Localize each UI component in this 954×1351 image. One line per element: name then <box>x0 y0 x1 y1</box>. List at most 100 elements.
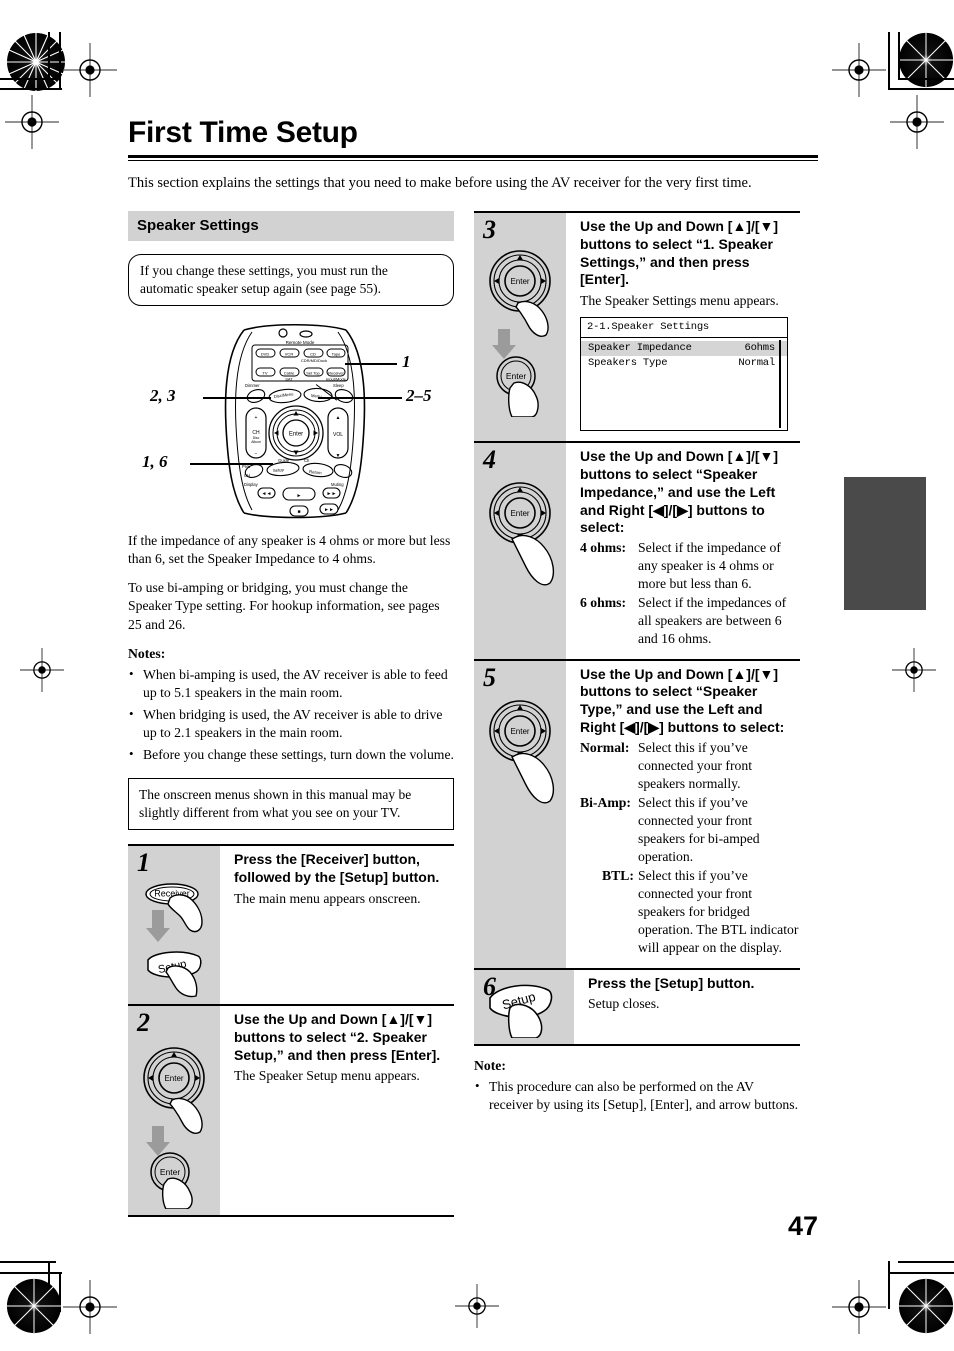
step-4-illustration: Enter <box>489 482 555 586</box>
registration-mark-bottom-right <box>832 1280 886 1334</box>
star-target-top-left <box>6 32 66 92</box>
step-title-1: Press the [Receiver] button, followed by… <box>234 851 440 885</box>
section-header-speaker-settings: Speaker Settings <box>128 211 454 242</box>
button-label-enter: Enter <box>510 509 529 518</box>
button-label-enter: Enter <box>510 727 529 736</box>
callout-leader-1-6 <box>190 463 273 465</box>
definition-list-impedance: 4 ohms: Select if the impedance of any s… <box>580 539 800 648</box>
svg-text:DVD: DVD <box>261 352 270 357</box>
step-number-cell-6: 6 Setup <box>474 969 574 1044</box>
definition-row: BTL: Select this if you’ve connected you… <box>580 867 800 957</box>
step-row-2: 2 Enter Enter Use the Up and Down [▲]/[▼… <box>128 1004 454 1218</box>
svg-text:■: ■ <box>297 509 300 515</box>
definition-list-speaker-type: Normal: Select this if you’ve connected … <box>580 739 800 958</box>
definition-description: Select if the impedance of any speaker i… <box>638 540 781 592</box>
step-title-6: Press the [Setup] button. <box>588 974 755 991</box>
callout-label-2-5: 2–5 <box>406 386 432 406</box>
step-2-illustration: Enter Enter <box>143 1047 205 1210</box>
svg-text:Tape: Tape <box>332 352 341 357</box>
definition-description: Select this if you’ve connected your fro… <box>638 868 799 956</box>
osd-row-speakers-type[interactable]: Speakers Type Normal <box>581 356 787 371</box>
callout-label-2-3: 2, 3 <box>150 386 176 406</box>
step-body-4: Use the Up and Down [▲]/[▼] buttons to s… <box>566 443 800 658</box>
registration-mark-left-middle <box>20 648 64 692</box>
registration-mark-top-left-inner <box>63 43 117 97</box>
osd-screen-speaker-settings: 2-1.Speaker Settings Speaker Impedance 6… <box>580 317 788 432</box>
step-number-cell-1: 1 Receiver <box>128 846 220 1005</box>
svg-text:Ch: Ch <box>304 458 310 463</box>
step-sub-2: The Speaker Setup menu appears. <box>234 1068 420 1084</box>
step-1-illustration: Receiver <box>145 883 203 998</box>
page-title: First Time Setup <box>128 116 358 149</box>
step-number-2: 2 <box>137 1008 150 1038</box>
star-target-bottom-left <box>6 1278 66 1338</box>
definition-row: 6 ohms: Select if the impedances of all … <box>580 594 800 648</box>
step-sub-1: The main menu appears onscreen. <box>234 890 421 906</box>
crop-line <box>890 88 954 90</box>
svg-text:Set Top: Set Top <box>306 371 320 376</box>
svg-text:Disc/Menu: Disc/Menu <box>273 391 294 399</box>
remote-control-drawing: Remote Mode DVD VCR CD Tape CDR/MD/Dock … <box>224 324 366 519</box>
svg-text:Return: Return <box>309 469 323 475</box>
svg-text:Prev: Prev <box>242 464 252 469</box>
crop-line <box>0 78 56 80</box>
step-row-1: 1 Receiver Press the [Receiver] button, … <box>128 844 454 1005</box>
step-row-4: 4 Enter Use the Up and Down [▲]/[▼] butt… <box>474 441 800 659</box>
crop-line <box>898 32 900 78</box>
step-sub-6: Setup closes. <box>588 996 660 1012</box>
crop-line <box>898 1261 954 1263</box>
step-row-5: 5 Enter Use the Up and Down [▲]/[▼] butt… <box>474 658 800 968</box>
svg-text:◄◄: ◄◄ <box>262 491 272 497</box>
left-steps-table: 1 Receiver Press the [Receiver] button, … <box>128 844 454 1218</box>
definition-term: Normal: <box>580 739 630 755</box>
intro-paragraph: This section explains the settings that … <box>128 175 752 191</box>
star-target-top-right <box>898 32 954 92</box>
registration-mark-top-left-outer <box>5 95 59 149</box>
button-label-enter-2: Enter <box>160 1167 180 1177</box>
step-body-2: Use the Up and Down [▲]/[▼] buttons to s… <box>220 1006 454 1215</box>
step-body-3: Use the Up and Down [▲]/[▼] buttons to s… <box>566 213 800 441</box>
step-3-illustration: Enter Enter <box>489 250 551 418</box>
button-label-enter: Enter <box>164 1074 183 1083</box>
definition-description: Select if the impedances of all speakers… <box>638 595 787 647</box>
callout-leader-2-3 <box>203 397 271 399</box>
svg-text:Cable: Cable <box>284 371 295 376</box>
osd-row-label: Speaker Impedance <box>588 342 692 355</box>
svg-text:CDR/MD/Dock: CDR/MD/Dock <box>301 358 327 363</box>
callout-label-1: 1 <box>402 352 411 372</box>
step-title-4: Use the Up and Down [▲]/[▼] buttons to s… <box>580 448 779 536</box>
svg-text:▲: ▲ <box>336 415 341 421</box>
svg-text:+: + <box>255 415 258 421</box>
star-target-bottom-right <box>898 1278 954 1338</box>
tail-note-heading: Note: <box>474 1057 506 1073</box>
title-rule <box>128 155 818 158</box>
remote-control-illustration: Remote Mode DVD VCR CD Tape CDR/MD/Dock … <box>128 316 454 521</box>
svg-text:►►: ►► <box>324 507 334 513</box>
definition-term: BTL: <box>602 868 634 884</box>
osd-row-speaker-impedance[interactable]: Speaker Impedance 6ohms <box>581 341 787 357</box>
step-number-cell-5: 5 Enter <box>474 660 566 968</box>
crop-line <box>888 1261 890 1309</box>
right-column: 3 Enter Enter Use the Up and Down [▲]/[▼… <box>474 211 800 1217</box>
svg-text:Input/Mode: Input/Mode <box>326 377 347 382</box>
paragraph-speaker-type: To use bi-amping or bridging, you must c… <box>128 580 440 632</box>
rounded-callout-note: If you change these settings, you must r… <box>128 254 454 307</box>
definition-description: Select this if you’ve connected your fro… <box>638 794 760 865</box>
step-body-6: Press the [Setup] button. Setup closes. <box>574 970 800 1044</box>
step-number-cell-4: 4 Enter <box>474 443 566 659</box>
step-5-illustration: Enter <box>489 699 555 803</box>
osd-scrollbar[interactable] <box>779 340 781 429</box>
svg-text:▼: ▼ <box>336 453 341 459</box>
right-steps-table: 3 Enter Enter Use the Up and Down [▲]/[▼… <box>474 211 800 1046</box>
definition-term: 6 ohms: <box>580 595 627 611</box>
tail-note-list: This procedure can also be performed on … <box>474 1077 800 1114</box>
svg-text:Muting: Muting <box>331 482 344 487</box>
step-number-cell-3: 3 Enter Enter <box>474 213 566 442</box>
callout-label-1-6: 1, 6 <box>142 452 168 472</box>
svg-text:Enter: Enter <box>289 432 303 438</box>
page-number: 47 <box>787 1211 818 1241</box>
svg-text:Dimmer: Dimmer <box>245 383 260 388</box>
list-item: When bridging is used, the AV receiver i… <box>128 705 454 742</box>
crop-line <box>59 32 61 90</box>
svg-text:Remote Mode: Remote Mode <box>286 340 315 345</box>
